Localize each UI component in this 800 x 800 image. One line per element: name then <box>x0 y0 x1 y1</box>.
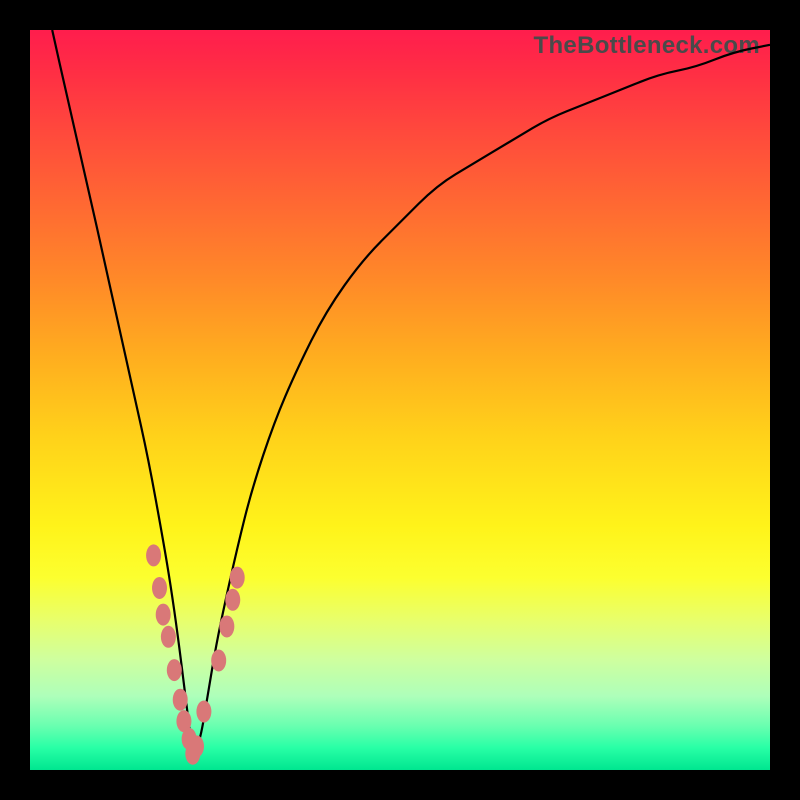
marker-dot <box>211 649 226 671</box>
marker-dot <box>196 701 211 723</box>
bottleneck-curve <box>30 30 770 770</box>
marker-dot <box>146 544 161 566</box>
highlight-markers <box>146 544 245 764</box>
marker-dot <box>219 615 234 637</box>
marker-dot <box>156 604 171 626</box>
chart-frame: TheBottleneck.com <box>0 0 800 800</box>
marker-dot <box>152 577 167 599</box>
plot-area: TheBottleneck.com <box>30 30 770 770</box>
marker-dot <box>189 735 204 757</box>
marker-dot <box>230 567 245 589</box>
curve-path <box>52 30 770 749</box>
marker-dot <box>167 659 182 681</box>
marker-dot <box>173 689 188 711</box>
marker-dot <box>225 589 240 611</box>
marker-dot <box>161 626 176 648</box>
